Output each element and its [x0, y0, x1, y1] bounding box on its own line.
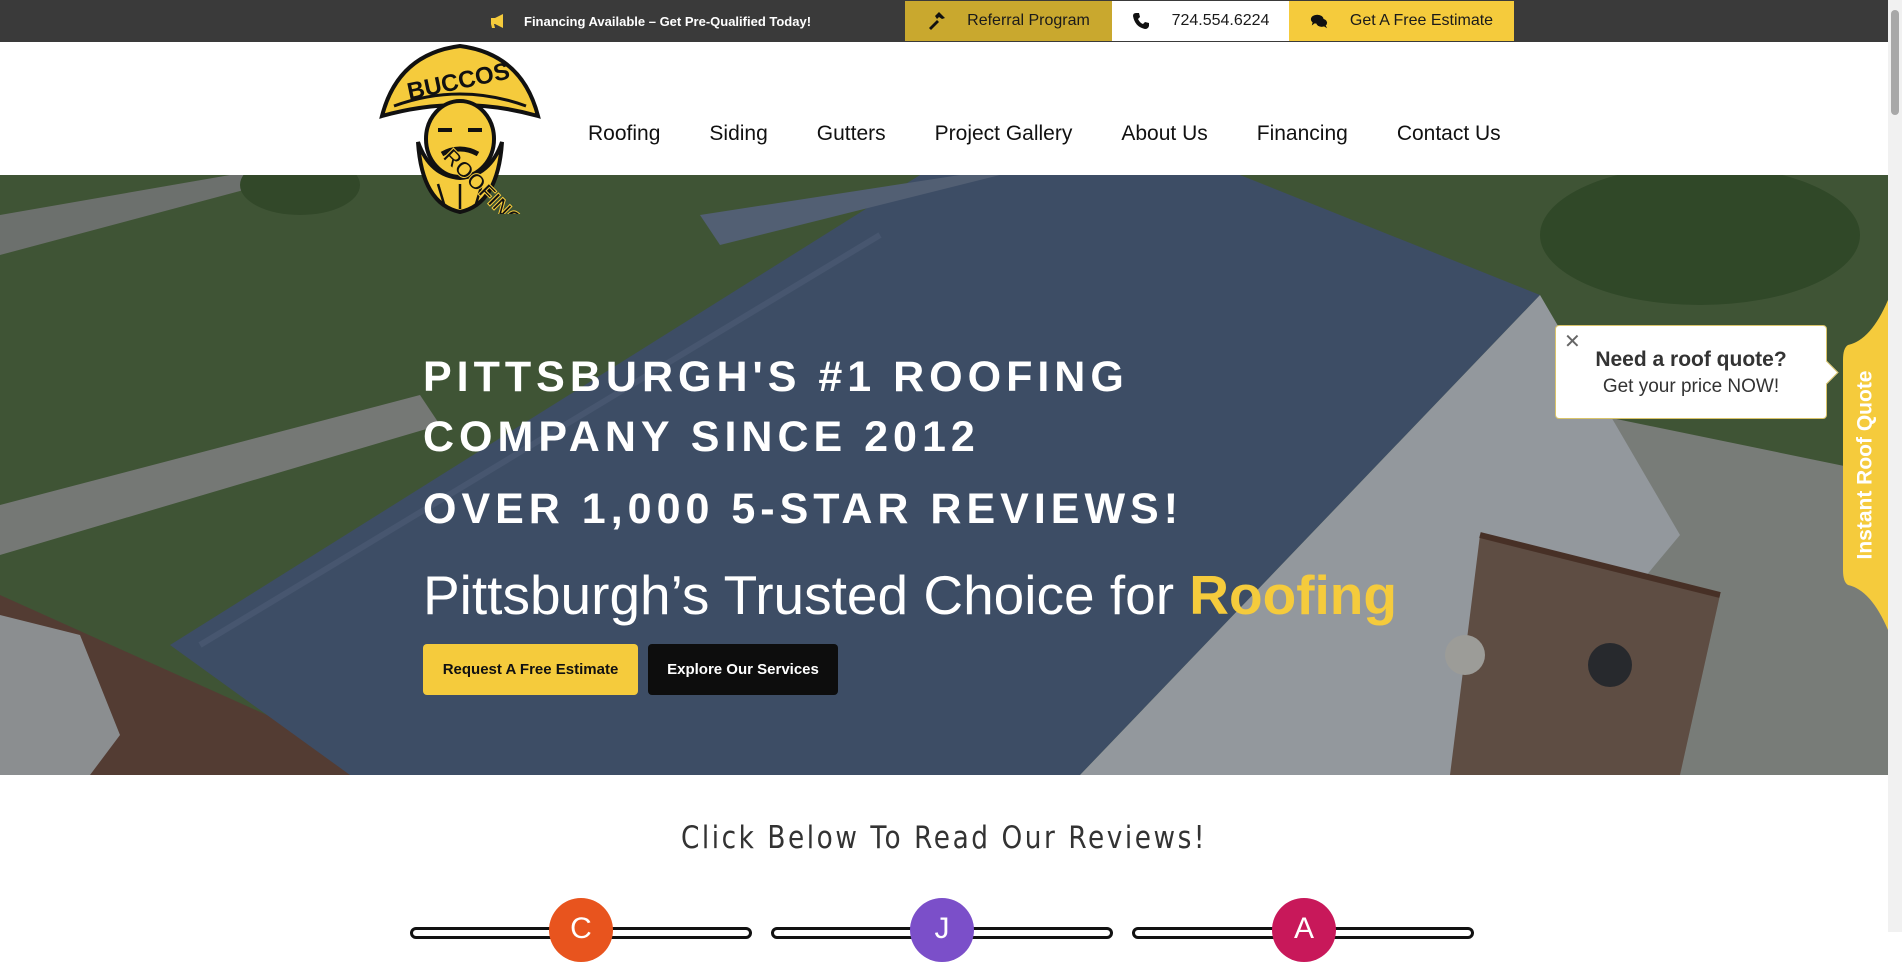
- chat-bubbles-icon: [1310, 14, 1328, 29]
- nav-item-contact-us[interactable]: Contact Us: [1397, 122, 1501, 158]
- referral-program-button[interactable]: Referral Program: [905, 1, 1112, 41]
- scrollbar-thumb[interactable]: [1891, 10, 1899, 115]
- hammer-icon: [929, 12, 946, 30]
- hero-tagline-highlight: Roofing: [1189, 564, 1397, 626]
- hero-headline: PITTSBURGH'S #1 ROOFING COMPANY SINCE 20…: [423, 353, 1129, 461]
- financing-promo-text: Financing Available – Get Pre-Qualified …: [524, 13, 812, 29]
- hero-buttons: Request A Free Estimate Explore Our Serv…: [423, 644, 838, 695]
- megaphone-icon: [491, 14, 503, 28]
- nav-item-financing[interactable]: Financing: [1257, 122, 1348, 158]
- explore-services-button[interactable]: Explore Our Services: [648, 644, 838, 695]
- avatar: A: [1272, 898, 1336, 962]
- hero-tagline-text: Pittsburgh’s Trusted Choice for: [423, 564, 1175, 626]
- nav-item-project-gallery[interactable]: Project Gallery: [935, 122, 1073, 158]
- free-estimate-top-label: Get A Free Estimate: [1349, 12, 1494, 29]
- referral-program-label: Referral Program: [967, 12, 1090, 29]
- phone-button[interactable]: 724.554.6224: [1112, 1, 1289, 41]
- hero-tagline: Pittsburgh’s Trusted Choice for Roofing: [423, 563, 1397, 627]
- avatar: J: [910, 898, 974, 962]
- page-scrollbar[interactable]: [1888, 0, 1902, 932]
- instant-roof-quote-label: Instant Roof Quote: [1853, 370, 1877, 560]
- phone-label: 724.554.6224: [1171, 12, 1270, 29]
- nav-item-roofing[interactable]: Roofing: [588, 122, 660, 158]
- request-estimate-button[interactable]: Request A Free Estimate: [423, 644, 638, 695]
- roof-quote-subtitle: Get your price NOW!: [1602, 376, 1780, 397]
- phone-icon: [1132, 13, 1149, 29]
- nav-item-about-us[interactable]: About Us: [1121, 122, 1207, 158]
- buccos-roofing-logo[interactable]: BUCCOS ROOFING: [378, 44, 542, 214]
- reviews-title: Click Below To Read Our Reviews!: [680, 820, 1208, 856]
- financing-promo[interactable]: Financing Available – Get Pre-Qualified …: [490, 0, 811, 42]
- nav-item-siding[interactable]: Siding: [709, 122, 767, 158]
- hero-overlay: [0, 175, 1888, 775]
- nav-item-gutters[interactable]: Gutters: [817, 122, 886, 158]
- free-estimate-top-button[interactable]: Get A Free Estimate: [1289, 1, 1514, 41]
- top-buttons: Referral Program 724.554.6224 Get A Free…: [905, 1, 1514, 41]
- hero-section: PITTSBURGH'S #1 ROOFING COMPANY SINCE 20…: [0, 175, 1888, 775]
- avatar: C: [549, 898, 613, 962]
- main-nav: Roofing Siding Gutters Project Gallery A…: [588, 122, 1501, 158]
- roof-quote-title: Need a roof quote?: [1595, 348, 1787, 371]
- hero-subheadline: OVER 1,000 5-STAR REVIEWS!: [423, 485, 1184, 533]
- top-bar: Financing Available – Get Pre-Qualified …: [0, 0, 1888, 42]
- roof-quote-popup[interactable]: ✕ Need a roof quote? Get your price NOW!: [1555, 325, 1827, 419]
- instant-roof-quote-tab[interactable]: Instant Roof Quote: [1843, 300, 1888, 630]
- close-icon[interactable]: ✕: [1564, 332, 1581, 352]
